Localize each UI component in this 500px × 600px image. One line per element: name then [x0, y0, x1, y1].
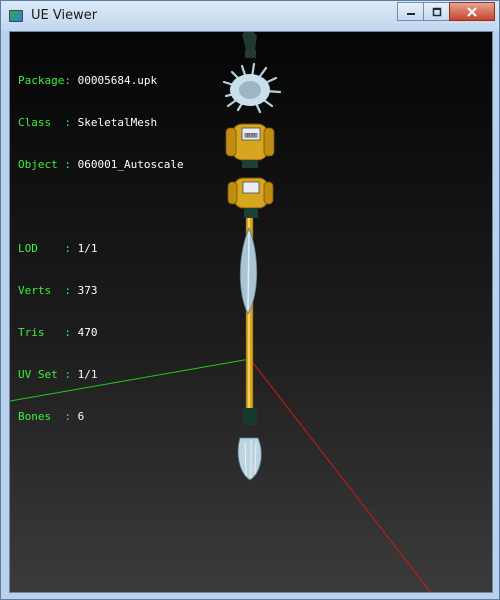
info-row-class: Class : SkeletalMesh: [18, 116, 184, 130]
package-value: 00005684.upk: [77, 74, 158, 87]
app-icon[interactable]: [9, 10, 23, 22]
info-row-package: Package: 00005684.upk: [18, 74, 184, 88]
info-row-object: Object : 060001_Autoscale: [18, 158, 184, 172]
bones-value: 6: [77, 410, 85, 423]
window-title: UE Viewer: [31, 8, 98, 23]
info-row-lod: LOD : 1/1: [18, 242, 184, 256]
svg-text:▥▥▥: ▥▥▥: [245, 131, 258, 139]
verts-value: 373: [77, 284, 98, 297]
app-window: UE Viewer ▥▥▥ Package: 00005684.upk Clas…: [0, 0, 500, 600]
3d-viewport[interactable]: ▥▥▥ Package: 00005684.upk Class : Skelet…: [9, 31, 493, 593]
object-value: 060001_Autoscale: [77, 158, 184, 171]
package-label: Package:: [18, 74, 78, 87]
window-controls: [397, 2, 495, 21]
tris-label: Tris :: [18, 326, 78, 339]
uvset-label: UV Set :: [18, 368, 78, 381]
bones-label: Bones :: [18, 410, 78, 423]
close-icon: [467, 6, 477, 17]
info-row-uvset: UV Set : 1/1: [18, 368, 184, 382]
maximize-button[interactable]: [423, 2, 450, 21]
lod-value: 1/1: [77, 242, 98, 255]
maximize-icon: [432, 7, 441, 16]
info-row-tris: Tris : 470: [18, 326, 184, 340]
class-label: Class :: [18, 116, 78, 129]
x-axis-line: [249, 358, 432, 592]
minimize-icon: [406, 12, 415, 15]
object-label: Object :: [18, 158, 78, 171]
info-row-bones: Bones : 6: [18, 410, 184, 424]
title-bar[interactable]: UE Viewer: [1, 1, 499, 31]
staff-mesh: ▥▥▥: [222, 32, 282, 481]
minimize-button[interactable]: [397, 2, 424, 21]
lod-label: LOD :: [18, 242, 78, 255]
verts-label: Verts :: [18, 284, 78, 297]
class-value: SkeletalMesh: [77, 116, 158, 129]
tris-value: 470: [77, 326, 98, 339]
close-button[interactable]: [449, 2, 495, 21]
info-row-verts: Verts : 373: [18, 284, 184, 298]
mesh-info-panel: Package: 00005684.upk Class : SkeletalMe…: [18, 46, 184, 452]
uvset-value: 1/1: [77, 368, 98, 381]
